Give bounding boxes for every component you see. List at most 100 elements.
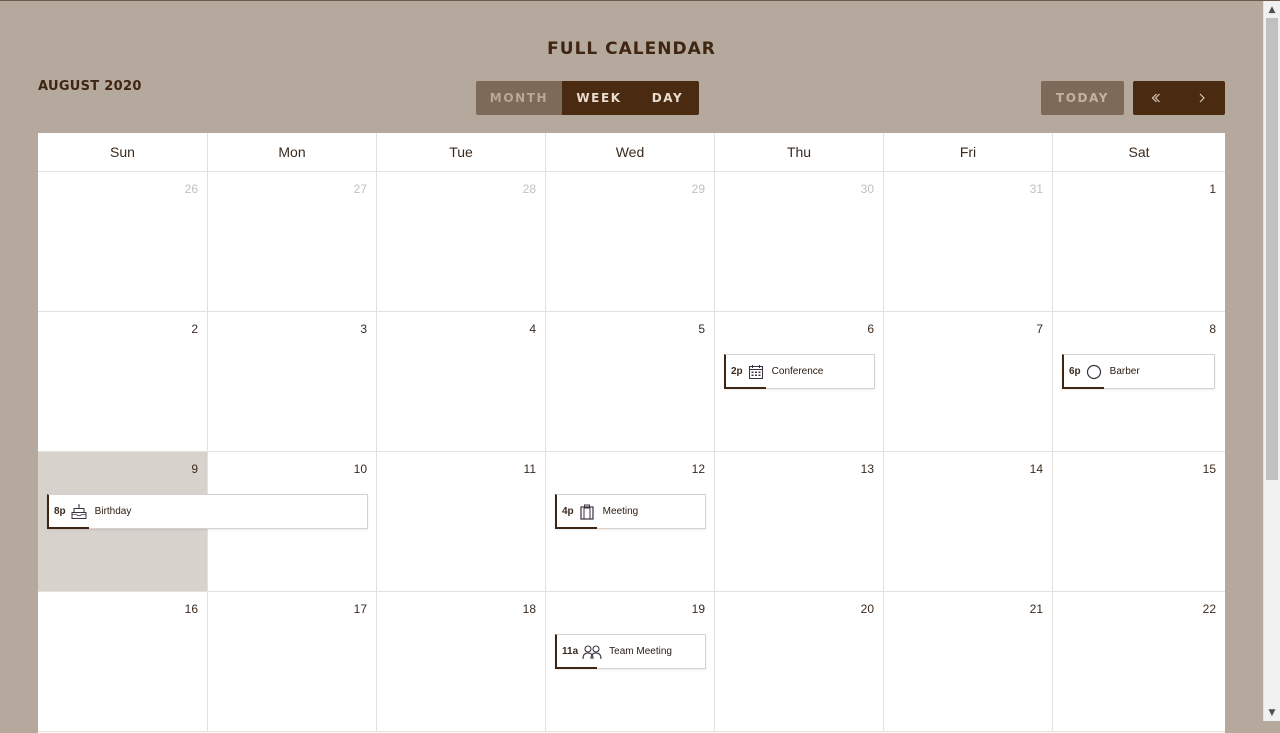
day-number: 13	[860, 462, 874, 476]
day-number: 12	[691, 462, 705, 476]
day-cell[interactable]: 17	[208, 592, 377, 731]
day-cell[interactable]: 28	[377, 172, 546, 311]
day-cell[interactable]: 1	[1053, 172, 1225, 311]
event-title: Meeting	[602, 506, 639, 517]
day-number: 28	[522, 182, 536, 196]
event-title: Birthday	[94, 506, 132, 517]
week-row: 9 8p Birthday 10 11 12 4p Meeting 13 14 …	[38, 452, 1225, 592]
chevron-left-icon	[1151, 93, 1160, 103]
event-title: Barber	[1109, 366, 1140, 377]
week-row: 16 17 18 19 11a Team Meeting 20 21 22	[38, 592, 1225, 732]
day-number: 15	[1202, 462, 1216, 476]
clipboard-icon	[578, 503, 596, 521]
prev-button[interactable]	[1133, 81, 1179, 115]
day-cell[interactable]: 6 2p Conference	[715, 312, 884, 451]
event-title: Team Meeting	[609, 646, 672, 657]
current-month-label: AUGUST 2020	[38, 79, 142, 94]
day-cell[interactable]: 14	[884, 452, 1053, 591]
day-number: 7	[1036, 322, 1043, 336]
day-cell[interactable]: 13	[715, 452, 884, 591]
weekday-mon: Mon	[208, 133, 377, 171]
day-number: 20	[860, 602, 874, 616]
day-number: 2	[191, 322, 198, 336]
day-cell[interactable]: 22	[1053, 592, 1225, 731]
day-number: 29	[691, 182, 705, 196]
day-cell[interactable]: 20	[715, 592, 884, 731]
day-cell[interactable]: 16	[38, 592, 208, 731]
event-meeting[interactable]: 4p Meeting	[555, 494, 706, 529]
event-time: 6p	[1069, 366, 1081, 377]
day-number: 4	[529, 322, 536, 336]
weekday-header: Sun Mon Tue Wed Thu Fri Sat	[38, 133, 1225, 172]
day-cell[interactable]: 5	[546, 312, 715, 451]
view-switcher: MONTH WEEK DAY	[476, 81, 699, 115]
day-number: 8	[1209, 322, 1216, 336]
weekday-sat: Sat	[1128, 144, 1150, 160]
day-cell-today[interactable]: 9 8p Birthday	[38, 452, 368, 591]
week-row: 26 27 28 29 30 31 1	[38, 172, 1225, 312]
day-cell[interactable]: 21	[884, 592, 1053, 731]
day-cell[interactable]: 18	[377, 592, 546, 731]
vertical-scrollbar[interactable]: ▲ ▼	[1263, 1, 1280, 721]
cake-icon	[70, 503, 88, 521]
event-barber[interactable]: 6p Barber	[1062, 354, 1215, 389]
weekday-wed: Wed	[546, 133, 715, 171]
day-cell[interactable]: 27	[208, 172, 377, 311]
day-number: 3	[360, 322, 367, 336]
day-cell[interactable]: 30	[715, 172, 884, 311]
day-cell[interactable]: 19 11a Team Meeting	[546, 592, 715, 731]
day-number: 6	[867, 322, 874, 336]
scroll-thumb[interactable]	[1266, 18, 1278, 480]
day-number: 26	[184, 182, 198, 196]
weekday-thu: Thu	[715, 133, 884, 171]
day-number: 21	[1029, 602, 1043, 616]
chevron-right-icon	[1199, 93, 1205, 103]
scroll-down-arrow-icon[interactable]: ▼	[1264, 704, 1280, 721]
day-number: 16	[184, 602, 198, 616]
week-row: 2 3 4 5 6 2p Conference 7 8 6p Barber	[38, 312, 1225, 452]
today-button[interactable]: TODAY	[1041, 81, 1124, 115]
day-cell[interactable]: 31	[884, 172, 1053, 311]
prev-next-group	[1133, 81, 1225, 115]
day-cell[interactable]: 3	[208, 312, 377, 451]
day-cell[interactable]: 2	[38, 312, 208, 451]
day-view-button[interactable]: DAY	[636, 81, 699, 115]
page-title: FULL CALENDAR	[547, 39, 716, 59]
day-number: 27	[353, 182, 367, 196]
day-number: 17	[353, 602, 367, 616]
day-number: 9	[191, 462, 198, 476]
day-cell[interactable]: 11	[377, 452, 546, 591]
day-number: 22	[1202, 602, 1216, 616]
weekday-tue: Tue	[377, 133, 546, 171]
day-number: 31	[1029, 182, 1043, 196]
event-time: 4p	[562, 506, 574, 517]
event-conference[interactable]: 2p Conference	[724, 354, 875, 389]
day-cell[interactable]: 8 6p Barber	[1053, 312, 1225, 451]
next-button[interactable]	[1179, 81, 1225, 115]
event-birthday[interactable]: 8p Birthday	[47, 494, 368, 529]
event-title: Conference	[771, 366, 824, 377]
scroll-up-arrow-icon[interactable]: ▲	[1264, 1, 1280, 18]
week-view-button[interactable]: WEEK	[562, 81, 636, 115]
month-view-button[interactable]: MONTH	[476, 81, 562, 115]
day-number: 14	[1029, 462, 1043, 476]
day-number: 19	[691, 602, 705, 616]
calendar-grid: Sun Mon Tue Wed Thu Fri Sat 26 27 28 29 …	[38, 133, 1225, 733]
day-cell[interactable]: 29	[546, 172, 715, 311]
event-team-meeting[interactable]: 11a Team Meeting	[555, 634, 706, 669]
day-cell[interactable]: 4	[377, 312, 546, 451]
weekday-sun: Sun	[38, 133, 208, 171]
day-number: 1	[1209, 182, 1216, 196]
day-number: 11	[523, 462, 536, 476]
day-cell[interactable]: 15	[1053, 452, 1225, 591]
day-cell[interactable]: 26	[38, 172, 208, 311]
circle-icon	[1085, 363, 1103, 381]
event-time: 11a	[562, 646, 579, 657]
event-time: 8p	[54, 506, 66, 517]
day-cell[interactable]: 7	[884, 312, 1053, 451]
calendar-icon	[747, 363, 765, 381]
day-number: 5	[698, 322, 705, 336]
people-icon	[582, 643, 602, 661]
day-cell[interactable]: 12 4p Meeting	[546, 452, 715, 591]
weekday-fri: Fri	[884, 133, 1053, 171]
